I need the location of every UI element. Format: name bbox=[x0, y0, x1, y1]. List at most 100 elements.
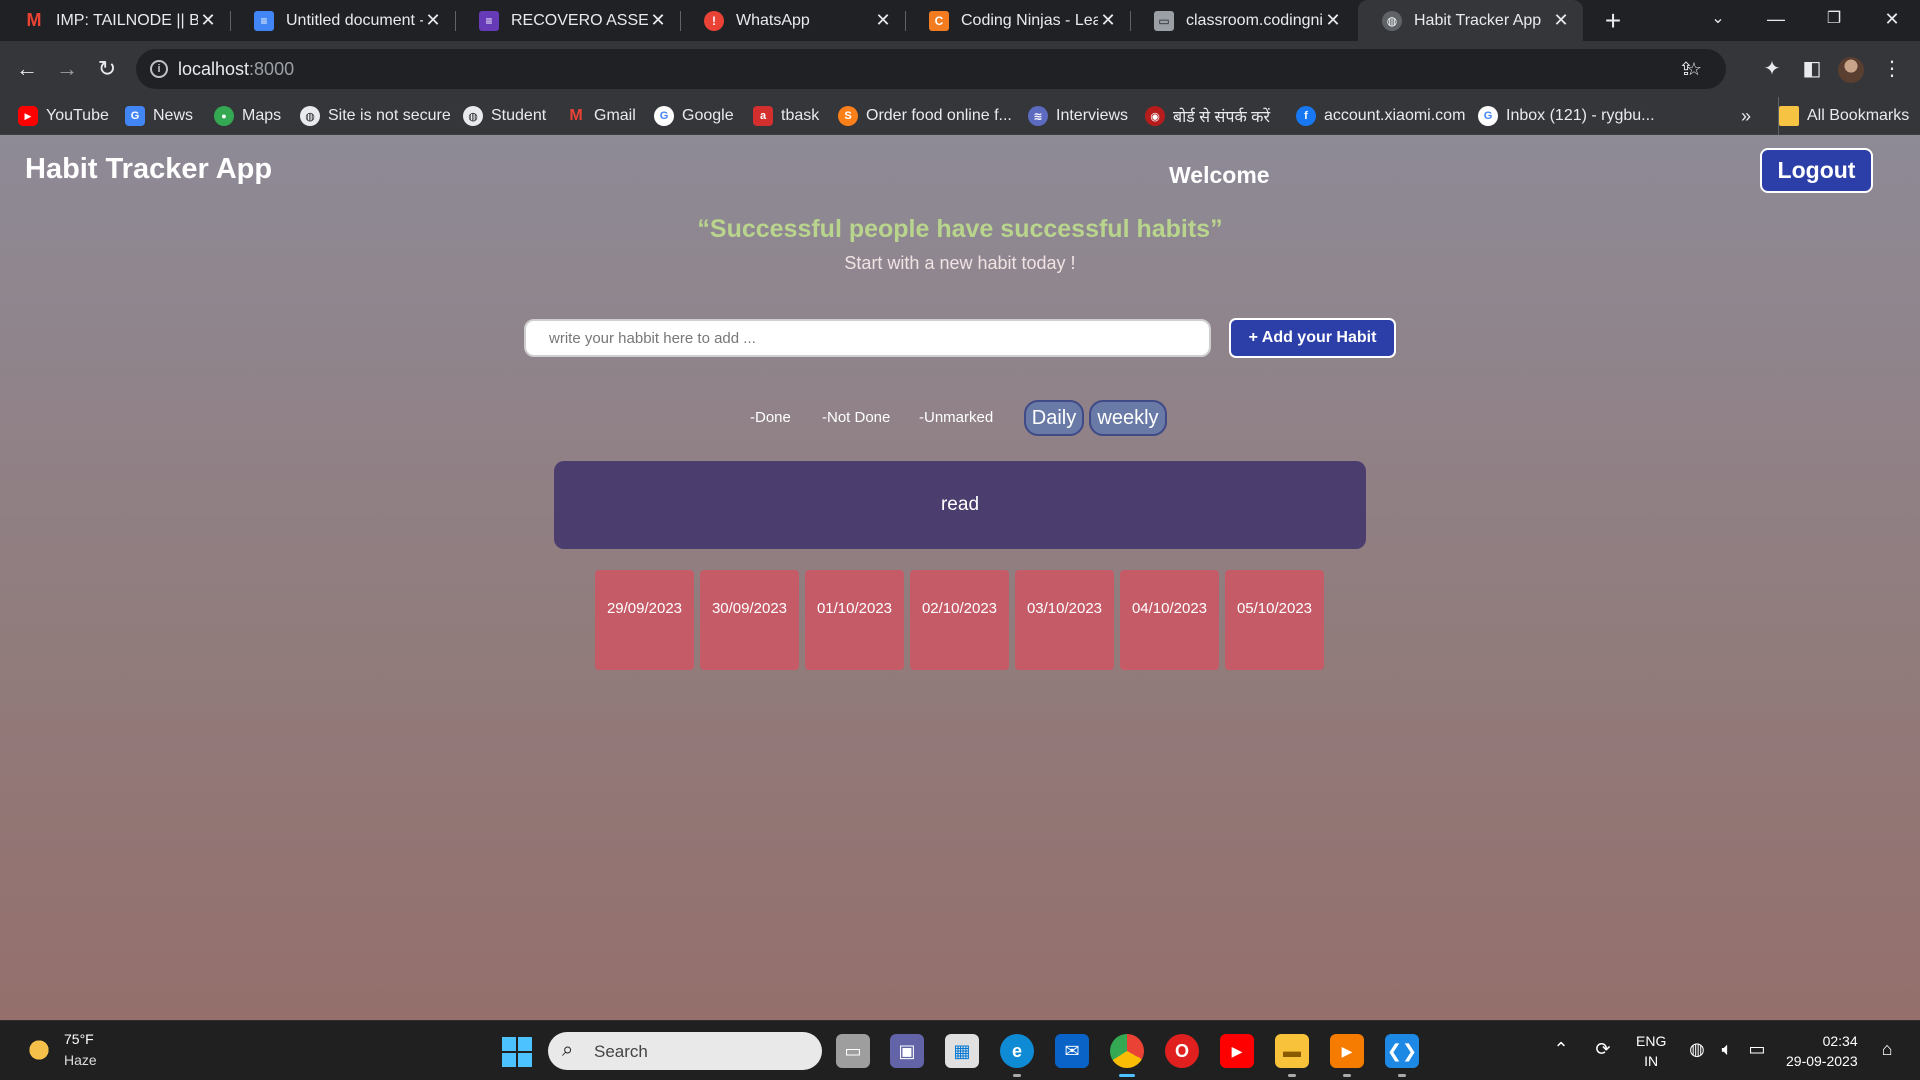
tab-title: classroom.codingninj bbox=[1186, 11, 1323, 29]
tab-title: WhatsApp bbox=[736, 11, 810, 29]
tab-coding-ninjas[interactable]: C Coding Ninjas - Learn ✕ bbox=[905, 0, 1130, 41]
input-language[interactable]: ENG IN bbox=[1636, 1031, 1666, 1071]
profile-avatar[interactable] bbox=[1838, 57, 1864, 83]
media-player-icon[interactable]: ▶ bbox=[1330, 1034, 1364, 1068]
bookmark-tbask[interactable]: a tbask bbox=[753, 97, 819, 135]
tab-habit-tracker[interactable]: ◍ Habit Tracker App ✕ bbox=[1358, 0, 1583, 41]
close-icon[interactable]: ✕ bbox=[1323, 10, 1343, 31]
extensions-icon[interactable]: ✦ bbox=[1756, 53, 1788, 85]
bookmark-youtube[interactable]: ▶ YouTube bbox=[18, 97, 109, 135]
url-text[interactable]: localhost:8000 bbox=[178, 59, 294, 80]
menu-kebab-icon[interactable]: ⋮ bbox=[1876, 53, 1908, 85]
back-arrow-icon[interactable]: ← bbox=[9, 51, 45, 87]
youtube-icon[interactable]: ▶ bbox=[1220, 1034, 1254, 1068]
day-status-cell[interactable]: 01/10/2023 bbox=[805, 570, 904, 670]
habit-input[interactable] bbox=[524, 319, 1211, 357]
bookmark-maps[interactable]: ● Maps bbox=[214, 97, 281, 135]
restore-button[interactable]: ❐ bbox=[1806, 0, 1862, 41]
close-icon[interactable]: ✕ bbox=[198, 10, 218, 31]
legend-unmarked: -Unmarked bbox=[919, 409, 994, 426]
tab-classroom[interactable]: ▭ classroom.codingninj ✕ bbox=[1130, 0, 1355, 41]
weather-haze-icon[interactable] bbox=[24, 1035, 54, 1065]
bookmark-label: Gmail bbox=[594, 107, 636, 124]
file-explorer-icon[interactable]: ▬ bbox=[1275, 1034, 1309, 1068]
close-icon[interactable]: ✕ bbox=[423, 10, 443, 31]
taskbar-search-box[interactable]: ⌕ Search bbox=[548, 1032, 822, 1070]
daily-view-button[interactable]: Daily bbox=[1024, 400, 1084, 436]
bookmark-inbox[interactable]: G Inbox (121) - rygbu... bbox=[1478, 97, 1655, 135]
bookmark-label: YouTube bbox=[46, 107, 109, 124]
sync-icon[interactable]: ⟳ bbox=[1590, 1039, 1616, 1060]
notifications-icon[interactable]: ⌂ bbox=[1874, 1039, 1900, 1060]
bookmark-site-not-secure[interactable]: ◍ Site is not secure bbox=[300, 97, 451, 135]
new-tab-button[interactable]: + bbox=[1596, 4, 1630, 38]
board-icon: ◉ bbox=[1145, 106, 1165, 126]
weather-temperature[interactable]: 75°F bbox=[64, 1031, 94, 1047]
bookmark-google[interactable]: G Google bbox=[654, 97, 734, 135]
legend-not-done: -Not Done bbox=[822, 409, 891, 426]
bookmark-student[interactable]: ◍ Student bbox=[463, 97, 546, 135]
day-status-cell[interactable]: 04/10/2023 bbox=[1120, 570, 1219, 670]
all-bookmarks-folder[interactable]: All Bookmarks bbox=[1778, 97, 1909, 135]
logout-button[interactable]: Logout bbox=[1760, 148, 1873, 193]
vscode-icon[interactable]: ❮❯ bbox=[1385, 1034, 1419, 1068]
weather-condition[interactable]: Haze bbox=[64, 1052, 97, 1068]
weekly-view-button[interactable]: weekly bbox=[1089, 400, 1167, 436]
coding-ninjas-icon: C bbox=[929, 10, 949, 31]
tab-recovero-assessment[interactable]: ≡ RECOVERO ASSESSM ✕ bbox=[455, 0, 680, 41]
windows-start-icon[interactable] bbox=[502, 1037, 532, 1067]
bookmarks-overflow-chevron[interactable]: » bbox=[1741, 97, 1751, 135]
microsoft-store-icon[interactable]: ▦ bbox=[945, 1034, 979, 1068]
day-status-cell[interactable]: 29/09/2023 bbox=[595, 570, 694, 670]
tab-untitled-document[interactable]: ≡ Untitled document - ✕ bbox=[230, 0, 455, 41]
habit-card[interactable]: read bbox=[554, 461, 1366, 549]
forward-arrow-icon[interactable]: → bbox=[49, 51, 85, 87]
legend-done: -Done bbox=[750, 409, 791, 426]
bookmark-label: Student bbox=[491, 107, 547, 124]
close-icon[interactable]: ✕ bbox=[873, 10, 893, 31]
docs-icon: ≡ bbox=[254, 10, 274, 31]
bookmark-board-contact[interactable]: ◉ बोर्ड से संपर्क करें bbox=[1145, 97, 1270, 135]
address-bar[interactable]: i localhost:8000 ⇪ ☆ bbox=[136, 49, 1726, 89]
close-icon[interactable]: ✕ bbox=[1098, 10, 1118, 31]
battery-icon[interactable]: ▭ bbox=[1744, 1039, 1770, 1060]
bookmark-order-food[interactable]: S Order food online f... bbox=[838, 97, 1012, 135]
site-info-icon[interactable]: i bbox=[150, 60, 168, 78]
opera-icon[interactable]: O bbox=[1165, 1034, 1199, 1068]
mail-icon[interactable]: ✉ bbox=[1055, 1034, 1089, 1068]
browser-toolbar: ← → ↻ i localhost:8000 ⇪ ☆ ✦ ◧ ⋮ bbox=[0, 41, 1920, 97]
bookmark-star-icon[interactable]: ☆ bbox=[1682, 57, 1706, 81]
day-status-cell[interactable]: 05/10/2023 bbox=[1225, 570, 1324, 670]
minimize-button[interactable]: — bbox=[1748, 0, 1804, 41]
edge-icon[interactable]: e bbox=[1000, 1034, 1034, 1068]
task-view-icon[interactable]: ▭ bbox=[836, 1034, 870, 1068]
bookmark-xiaomi-account[interactable]: f account.xiaomi.com bbox=[1296, 97, 1465, 135]
bookmark-interviews[interactable]: ≋ Interviews bbox=[1028, 97, 1128, 135]
url-port: :8000 bbox=[249, 59, 295, 79]
chrome-icon[interactable] bbox=[1110, 1034, 1144, 1068]
close-icon[interactable]: ✕ bbox=[1551, 10, 1571, 31]
day-status-cell[interactable]: 02/10/2023 bbox=[910, 570, 1009, 670]
tab-gmail[interactable]: M IMP: TAILNODE || BAC ✕ bbox=[0, 0, 230, 41]
bookmark-label: Interviews bbox=[1056, 107, 1129, 124]
day-status-cell[interactable]: 03/10/2023 bbox=[1015, 570, 1114, 670]
add-habit-button[interactable]: + Add your Habit bbox=[1229, 318, 1396, 358]
bookmark-news[interactable]: G News bbox=[125, 97, 193, 135]
close-window-button[interactable]: ✕ bbox=[1864, 0, 1920, 41]
show-hidden-icons-chevron[interactable]: ⌃ bbox=[1548, 1039, 1574, 1060]
network-globe-icon[interactable]: ◍ bbox=[1684, 1039, 1710, 1060]
maps-icon: ● bbox=[214, 106, 234, 126]
reload-icon[interactable]: ↻ bbox=[89, 51, 125, 87]
day-status-cell[interactable]: 30/09/2023 bbox=[700, 570, 799, 670]
close-icon[interactable]: ✕ bbox=[648, 10, 668, 31]
bookmark-label: All Bookmarks bbox=[1807, 107, 1910, 124]
tab-whatsapp[interactable]: ! WhatsApp ✕ bbox=[680, 0, 905, 41]
url-host: localhost bbox=[178, 59, 250, 79]
bookmark-gmail[interactable]: M Gmail bbox=[566, 97, 636, 135]
side-panel-icon[interactable]: ◧ bbox=[1796, 53, 1828, 85]
search-icon: ⌕ bbox=[562, 1039, 574, 1061]
system-clock[interactable]: 02:34 29-09-2023 bbox=[1786, 1031, 1858, 1071]
tab-search-chevron-icon[interactable]: ⌄ bbox=[1690, 0, 1746, 41]
volume-icon[interactable]: 🔈︎ bbox=[1714, 1039, 1740, 1060]
teams-chat-icon[interactable]: ▣ bbox=[890, 1034, 924, 1068]
